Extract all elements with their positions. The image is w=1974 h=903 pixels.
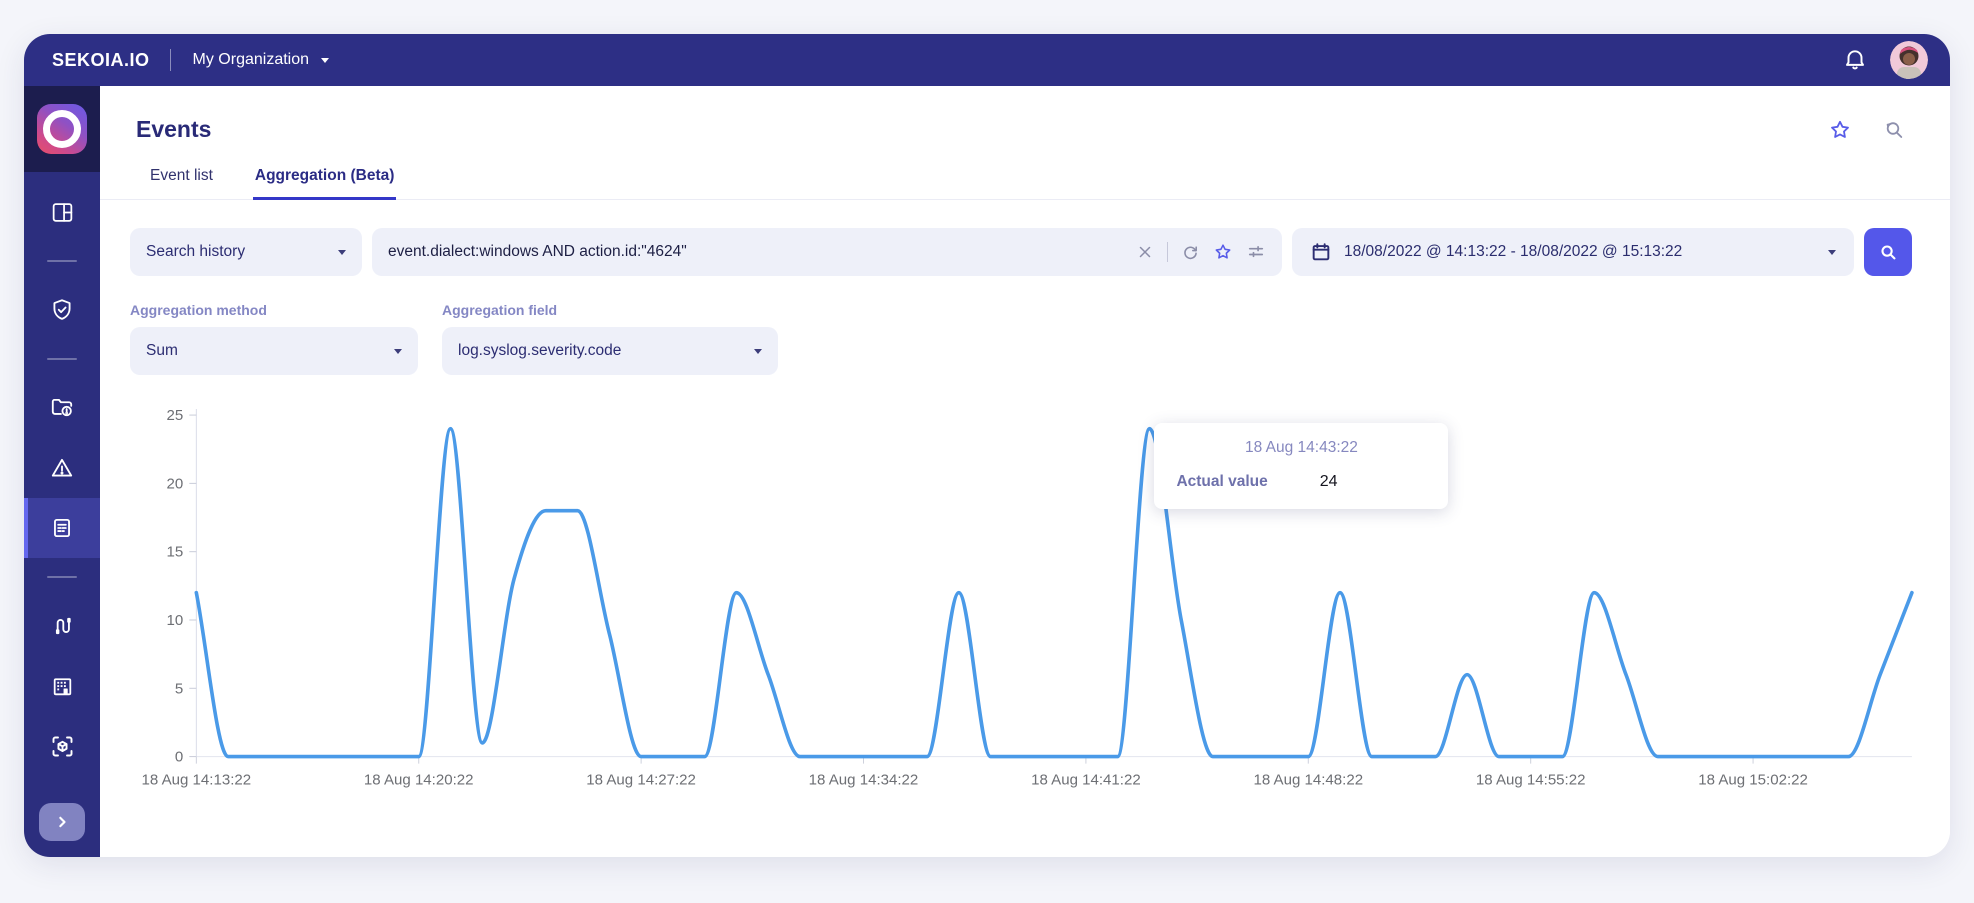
page-background: SEKOIA.IO My Organization Events Event l…: [0, 0, 1974, 903]
sidebar-item-alerts[interactable]: [24, 438, 100, 498]
field-divider: [1167, 242, 1168, 262]
tooltip-time: 18 Aug 14:43:22: [1244, 439, 1358, 456]
save-query-button[interactable]: [1213, 242, 1233, 262]
aggregation-chart[interactable]: 0 5 10 15 20 25 18 Aug 14:13:22 18 Aug 14:20:22…: [126, 397, 1924, 804]
app-window: SEKOIA.IO My Organization Events Event l…: [24, 34, 1950, 857]
star-icon: [1831, 120, 1849, 138]
chevron-right-icon: [59, 816, 66, 828]
avatar-image: [1890, 41, 1928, 79]
aggregation-method-label: Aggregation method: [130, 302, 267, 318]
sidebar: [24, 86, 100, 857]
search-toolbar: Search history event.dialect:windows AND…: [130, 228, 1912, 276]
svg-text:18 Aug 14:55:22: 18 Aug 14:55:22: [1476, 772, 1586, 789]
svg-text:18 Aug 14:27:22: 18 Aug 14:27:22: [586, 772, 696, 789]
svg-text:18 Aug 15:02:22: 18 Aug 15:02:22: [1698, 772, 1808, 789]
sidebar-item-cases[interactable]: [24, 378, 100, 438]
search-icon: [1881, 245, 1896, 260]
line-chart[interactable]: 0 5 10 15 20 25 18 Aug 14:13:22 18 Aug 14:20:22…: [126, 397, 1924, 804]
sidebar-item-sandbox[interactable]: [24, 716, 100, 776]
tooltip-value: 24: [1319, 473, 1338, 490]
svg-text:18 Aug 14:48:22: 18 Aug 14:48:22: [1253, 772, 1363, 789]
topbar-actions: [1842, 41, 1928, 79]
tab-bar: Event list Aggregation (Beta): [100, 143, 1950, 200]
folder-alert-icon: [51, 398, 73, 417]
favorite-page-button[interactable]: [1828, 118, 1852, 142]
svg-text:10: 10: [167, 612, 184, 629]
cube-scan-icon: [52, 736, 72, 756]
search-history-icon: [1886, 121, 1903, 138]
svg-text:18 Aug 14:20:22: 18 Aug 14:20:22: [364, 772, 474, 789]
svg-text:18 Aug 14:34:22: 18 Aug 14:34:22: [809, 772, 919, 789]
dashboard-icon: [52, 202, 72, 222]
chevron-down-icon: [321, 57, 330, 63]
query-settings-button[interactable]: [1246, 242, 1266, 262]
chevron-down-icon: [394, 348, 402, 354]
close-icon: [1139, 246, 1151, 258]
run-search-button[interactable]: [1864, 228, 1912, 276]
svg-text:25: 25: [167, 407, 184, 424]
sidebar-divider: [47, 358, 77, 360]
notifications-button[interactable]: [1842, 47, 1868, 73]
sidebar-app-logo[interactable]: [24, 86, 100, 172]
star-icon: [1215, 244, 1231, 259]
svg-text:0: 0: [175, 749, 183, 766]
sidebar-item-events[interactable]: [24, 498, 100, 558]
topbar-divider: [169, 49, 171, 71]
refresh-icon: [1184, 245, 1197, 259]
bell-icon: [1846, 50, 1864, 70]
chart-tooltip: 18 Aug 14:43:22 Actual value 24: [1154, 423, 1449, 509]
building-icon: [53, 677, 71, 695]
tooltip-series-label: Actual value: [1176, 473, 1268, 490]
date-range-value: 18/08/2022 @ 14:13:22 - 18/08/2022 @ 15:…: [1344, 243, 1683, 260]
organization-selector[interactable]: My Organization: [193, 51, 330, 69]
search-history-select-value: Search history: [146, 243, 246, 260]
aggregation-field-value: log.syslog.severity.code: [458, 342, 622, 359]
avatar[interactable]: [1890, 41, 1928, 79]
aggregation-method-value: Sum: [146, 342, 178, 359]
sidebar-item-organization[interactable]: [24, 656, 100, 716]
brand-logo[interactable]: SEKOIA.IO: [52, 50, 150, 71]
svg-text:20: 20: [167, 475, 184, 492]
organization-name: My Organization: [192, 51, 310, 68]
clear-query-button[interactable]: [1136, 243, 1154, 261]
main-content: Events Event list Aggregation (Beta) Sea…: [100, 86, 1950, 857]
tab-aggregation[interactable]: Aggregation (Beta): [252, 167, 397, 200]
sekoia-logo-icon: [37, 104, 87, 154]
search-history-button[interactable]: [1882, 118, 1906, 142]
sidebar-expand-button[interactable]: [39, 803, 85, 841]
alert-triangle-icon: [51, 458, 73, 477]
sidebar-divider: [47, 260, 77, 262]
topbar: SEKOIA.IO My Organization: [24, 34, 1950, 86]
sidebar-divider: [47, 576, 77, 578]
events-log-icon: [54, 518, 70, 538]
chevron-down-icon: [338, 249, 346, 255]
date-range-picker[interactable]: 18/08/2022 @ 14:13:22 - 18/08/2022 @ 15:…: [1292, 228, 1854, 276]
tab-event-list[interactable]: Event list: [148, 167, 215, 199]
refresh-query-button[interactable]: [1181, 243, 1200, 262]
sidebar-item-intakes[interactable]: [24, 596, 100, 656]
aggregation-controls: Aggregation method Sum Aggregation field…: [130, 302, 1912, 375]
sidebar-nav: [24, 172, 100, 857]
svg-text:18 Aug 14:13:22: 18 Aug 14:13:22: [142, 772, 252, 789]
aggregation-field-select[interactable]: log.syslog.severity.code: [442, 327, 778, 375]
search-history-select[interactable]: Search history: [130, 228, 362, 276]
shield-check-icon: [53, 299, 71, 320]
svg-text:15: 15: [167, 544, 184, 561]
connector-cable-icon: [55, 617, 71, 635]
svg-text:5: 5: [175, 680, 183, 697]
query-field[interactable]: event.dialect:windows AND action.id:"462…: [372, 228, 1282, 276]
filters-sliders-icon: [1248, 246, 1264, 258]
chevron-down-icon: [754, 348, 762, 354]
sidebar-item-dashboard[interactable]: [24, 182, 100, 242]
svg-text:18 Aug 14:41:22: 18 Aug 14:41:22: [1031, 772, 1141, 789]
aggregation-field-label: Aggregation field: [442, 302, 558, 318]
sidebar-item-protect[interactable]: [24, 280, 100, 340]
aggregation-method-select[interactable]: Sum: [130, 327, 418, 375]
query-input[interactable]: event.dialect:windows AND action.id:"462…: [388, 243, 1123, 261]
calendar-icon: [1312, 243, 1330, 261]
page-title: Events: [136, 116, 212, 142]
chevron-down-icon: [1828, 249, 1836, 255]
